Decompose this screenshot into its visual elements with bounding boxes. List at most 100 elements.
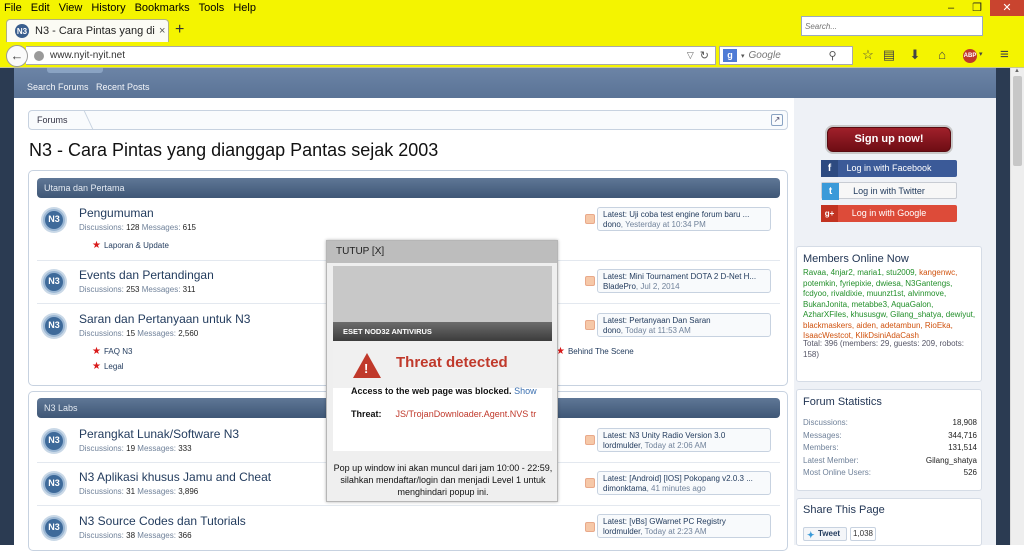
latest-post-title[interactable]: Latest: [Android] [IOS] Pokopang v2.0.3 … [603,474,765,484]
members-list-b[interactable]: potemkin, fyriepixie, dwiesa, N3Gantengs… [803,279,975,320]
rss-icon[interactable] [585,522,595,532]
latest-post-title[interactable]: Latest: N3 Unity Radio Version 3.0 [603,431,765,441]
threat-title: Threat detected [396,354,508,371]
members-list-a2[interactable]: kangenwc, [919,268,957,277]
scrollbar-thumb[interactable] [1013,76,1022,166]
reload-icon[interactable]: ↻ [700,49,709,62]
category-header[interactable]: Utama dan Pertama [37,178,780,198]
members-list-a[interactable]: Ravaa, 4njar2, maria1, stu2009, [803,268,917,277]
url-dropdown-icon[interactable]: ▽ [687,50,694,61]
forum-node-stats: Discussions: 19 Messages: 333 [79,444,192,453]
menu-edit[interactable]: Edit [27,0,55,16]
search-input[interactable] [748,50,829,61]
google-login-button[interactable]: g+ Log in with Google [821,205,957,222]
stat-row: Members: 131,514 [803,443,977,452]
close-window-button[interactable]: ✕ [990,0,1024,16]
popup-close-button[interactable]: TUTUP [X] [327,241,557,263]
url-bar[interactable]: www.nyit-nyit.net ▽ ↻ [26,46,716,65]
rss-icon[interactable] [585,214,595,224]
facebook-login-button[interactable]: f Log in with Facebook [821,160,957,177]
latest-member-link[interactable]: Gilang_shatya [926,456,977,465]
subforum-legal[interactable]: ★ Legal [92,361,124,372]
forums-tab-partial[interactable] [47,68,103,73]
blocked-message: Access to the web page was blocked. Show [351,386,537,396]
forum-node-title[interactable]: Events dan Pertandingan [79,268,214,282]
url-text[interactable]: www.nyit-nyit.net [50,50,687,61]
forum-node-stats: Discussions: 253 Messages: 311 [79,285,196,294]
maximize-button[interactable]: ❐ [964,0,990,16]
latest-post-title[interactable]: Latest: Uji coba test engine forum baru … [603,210,765,220]
search-forums-link[interactable]: Search Forums [27,82,89,92]
magnifier-icon[interactable]: ⚲ [829,49,837,62]
stat-row: Discussions: 18,908 [803,418,977,427]
minimize-button[interactable]: – [938,0,964,16]
forum-node-title[interactable]: N3 Aplikasi khusus Jamu and Cheat [79,470,271,484]
forum-node-title[interactable]: Saran dan Pertanyaan untuk N3 [79,312,250,326]
rss-icon[interactable] [585,276,595,286]
latest-post-title[interactable]: Latest: Pertanyaan Dan Saran [603,316,765,326]
latest-post-title[interactable]: Latest: [vBs] GWarnet PC Registry [603,517,765,527]
latest-post[interactable]: Latest: Pertanyaan Dan Saran dono, Today… [597,313,771,337]
signup-button[interactable]: Sign up now! [827,127,951,152]
recent-posts-link[interactable]: Recent Posts [96,82,150,92]
rss-icon[interactable] [585,478,595,488]
menu-file[interactable]: File [0,0,27,16]
google-plus-icon: g+ [821,205,838,222]
forum-node-title[interactable]: Perangkat Lunak/Software N3 [79,427,239,441]
forum-node-title[interactable]: Pengumuman [79,206,154,220]
tweet-button[interactable]: ✦ Tweet [803,527,847,541]
forum-node-stats: Discussions: 128 Messages: 615 [79,223,197,232]
scroll-up-icon[interactable]: ▲ [1014,68,1020,74]
subforum-behind-the-scene[interactable]: ★ Behind The Scene [556,346,634,357]
bookmark-star-icon[interactable]: ☆ [859,47,877,63]
download-icon[interactable]: ⬇ [906,47,924,63]
search-engine-dropdown-icon[interactable]: ▾ [741,52,745,60]
forum-node-title[interactable]: N3 Source Codes dan Tutorials [79,514,246,528]
threat-line: Threat: JS/TrojanDownloader.Agent.NVS tr [351,409,537,419]
forum-search-box[interactable] [801,16,983,36]
stat-row: Latest Member: Gilang_shatya [803,456,977,465]
reading-list-icon[interactable]: ▤ [880,47,898,63]
rss-icon[interactable] [585,320,595,330]
facebook-icon: f [821,160,838,177]
search-bar[interactable]: g ▾ ⚲ [719,46,853,65]
adblock-icon[interactable]: ABP [963,49,977,63]
forum-node-stats: Discussions: 38 Messages: 366 [79,531,192,540]
rss-icon[interactable] [585,435,595,445]
latest-post-title[interactable]: Latest: Mini Tournament DOTA 2 D-Net H..… [603,272,765,282]
menu-bookmarks[interactable]: Bookmarks [131,0,195,16]
back-button[interactable]: ← [6,45,28,67]
breadcrumb-forums[interactable]: Forums [37,115,68,125]
close-tab-icon[interactable]: × [159,25,165,37]
forum-nav-bar: Search Forums Recent Posts [14,68,794,98]
subforum-laporan[interactable]: ★ Laporan & Update [92,240,169,251]
forum-search-input[interactable] [802,17,982,35]
show-link[interactable]: Show [514,386,537,396]
row-divider [37,505,780,506]
popup-frame: ESET NOD32 ANTIVIRUS ! Threat detected [333,266,552,451]
latest-post[interactable]: Latest: Mini Tournament DOTA 2 D-Net H..… [597,269,771,293]
stat-row: Messages: 344,716 [803,431,977,440]
members-list-c[interactable]: blackmaskers, aiden, adetambun, RioEka, … [803,321,953,341]
page-scrollbar[interactable]: ▲ [1010,68,1024,545]
menu-tools[interactable]: Tools [195,0,230,16]
forum-node-icon: N3 [43,430,65,452]
menu-history[interactable]: History [87,0,130,16]
popout-icon[interactable]: ↗ [771,114,783,126]
twitter-login-button[interactable]: t Log in with Twitter [821,182,957,200]
new-tab-button[interactable]: + [175,21,184,39]
browser-tab[interactable]: N3 N3 - Cara Pintas yang diangga... × [6,19,169,42]
adblock-dropdown-icon[interactable]: ▾ [979,50,983,58]
menu-view[interactable]: View [55,0,88,16]
subforum-faq[interactable]: ★ FAQ N3 [92,346,132,357]
latest-post-meta: dimonktama, 41 minutes ago [603,484,706,493]
forum-node-stats: Discussions: 31 Messages: 3,896 [79,487,199,496]
menu-hamburger-icon[interactable]: ≡ [1000,46,1009,63]
home-icon[interactable]: ⌂ [933,47,951,62]
latest-post[interactable]: Latest: [Android] [IOS] Pokopang v2.0.3 … [597,471,771,495]
google-icon[interactable]: g [723,49,737,62]
latest-post[interactable]: Latest: N3 Unity Radio Version 3.0 lordm… [597,428,771,452]
menu-help[interactable]: Help [229,0,261,16]
latest-post[interactable]: Latest: Uji coba test engine forum baru … [597,207,771,231]
latest-post[interactable]: Latest: [vBs] GWarnet PC Registry lordmu… [597,514,771,538]
